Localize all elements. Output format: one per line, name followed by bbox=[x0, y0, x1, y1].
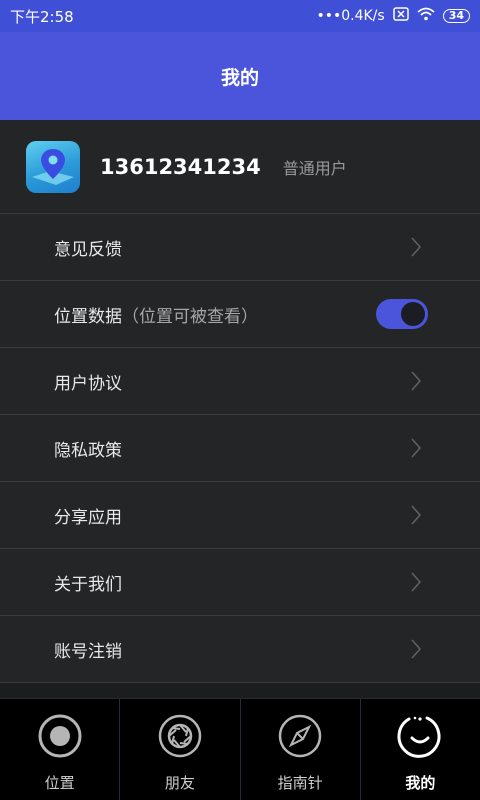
chevron-right-icon bbox=[406, 369, 426, 393]
chevron-right-icon bbox=[406, 637, 426, 661]
map-pin-icon bbox=[26, 140, 80, 193]
profile-circle-icon bbox=[396, 712, 444, 760]
menu-item-location-data: 位置数据（位置可被查看） bbox=[0, 281, 480, 348]
chevron-right-icon bbox=[406, 503, 426, 527]
page-title: 我的 bbox=[220, 66, 259, 89]
settings-menu: 意见反馈 位置数据（位置可被查看） 用户协议 隐私政策 分享应用 关于我们 账号… bbox=[0, 214, 480, 683]
bottom-tab-bar: 位置 朋友 指南针 我的 bbox=[0, 698, 480, 800]
network-speed: •••0.4K/s bbox=[316, 8, 385, 24]
status-bar: 下午2:58 •••0.4K/s 34 bbox=[0, 0, 480, 32]
compass-icon bbox=[276, 712, 324, 760]
menu-item-user-agreement[interactable]: 用户协议 bbox=[0, 348, 480, 415]
menu-item-share-app[interactable]: 分享应用 bbox=[0, 482, 480, 549]
menu-item-label: 位置数据（位置可被查看） bbox=[54, 302, 258, 327]
menu-item-label: 隐私政策 bbox=[54, 440, 122, 461]
wifi-icon bbox=[417, 7, 435, 25]
tab-label: 朋友 bbox=[164, 774, 195, 792]
profile-card[interactable]: 13612341234 普通用户 bbox=[0, 120, 480, 214]
menu-item-label: 关于我们 bbox=[54, 574, 122, 595]
menu-item-privacy-policy[interactable]: 隐私政策 bbox=[0, 415, 480, 482]
tab-label: 位置 bbox=[44, 774, 75, 792]
toggle-knob bbox=[401, 302, 425, 326]
menu-item-label: 账号注销 bbox=[54, 641, 122, 662]
chevron-right-icon bbox=[406, 235, 426, 259]
tab-mine[interactable]: 我的 bbox=[361, 699, 480, 800]
chevron-right-icon bbox=[406, 436, 426, 460]
tab-compass[interactable]: 指南针 bbox=[241, 699, 361, 800]
phone-number: 13612341234 bbox=[100, 154, 261, 179]
menu-item-delete-account[interactable]: 账号注销 bbox=[0, 616, 480, 683]
menu-item-feedback[interactable]: 意见反馈 bbox=[0, 214, 480, 281]
menu-item-label: 分享应用 bbox=[54, 507, 122, 528]
battery-icon: 34 bbox=[442, 9, 470, 23]
menu-item-about-us[interactable]: 关于我们 bbox=[0, 549, 480, 616]
tab-label: 指南针 bbox=[277, 774, 323, 792]
menu-item-title: 位置数据 bbox=[54, 306, 122, 327]
target-icon bbox=[36, 712, 84, 760]
chevron-right-icon bbox=[406, 570, 426, 594]
tab-label: 我的 bbox=[405, 774, 436, 792]
menu-item-hint: （位置可被查看） bbox=[122, 306, 258, 327]
sim-x-icon bbox=[392, 7, 409, 25]
tab-friends[interactable]: 朋友 bbox=[120, 699, 241, 800]
menu-item-label: 用户协议 bbox=[54, 373, 122, 394]
tab-location[interactable]: 位置 bbox=[0, 699, 121, 800]
menu-item-label: 意见反馈 bbox=[54, 239, 122, 260]
aperture-icon bbox=[156, 712, 204, 760]
status-indicators: •••0.4K/s 34 bbox=[316, 7, 470, 25]
app-header: 我的 bbox=[0, 32, 480, 120]
user-type-label: 普通用户 bbox=[282, 158, 347, 178]
location-data-toggle[interactable] bbox=[376, 299, 428, 329]
status-time: 下午2:58 bbox=[10, 7, 74, 26]
